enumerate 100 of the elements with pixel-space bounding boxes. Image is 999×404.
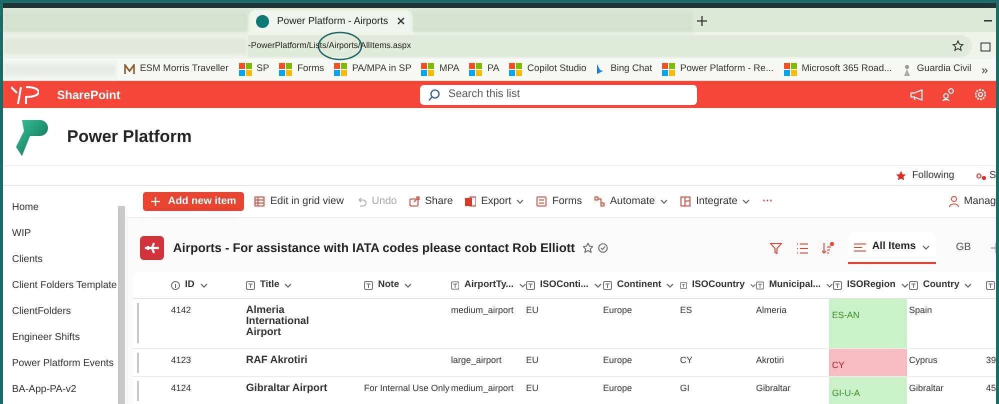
table-cell-text: 45 [986,382,996,395]
minimize-icon[interactable] [984,20,992,22]
cut-off-button[interactable]: S [976,168,996,183]
close-icon[interactable] [397,17,405,25]
table-cell-text: Gibraltar [756,382,792,395]
people-icon[interactable] [942,88,956,101]
overflow-chevron[interactable]: » [981,60,988,78]
bookmark[interactable]: ESM Morris Traveller [124,62,228,77]
bookmark[interactable]: Bing Chat [596,62,652,77]
toolbar-button[interactable]: Export [464,194,524,210]
table-cell-text: 4124 [171,382,192,395]
bookmark-label: MPA [439,62,460,76]
scrollbar[interactable] [118,206,125,404]
bookmark[interactable]: PA/MPA in SP [334,62,412,77]
new-tab-icon[interactable] [697,16,707,26]
nav-link[interactable]: ClientFolders [3,298,118,324]
chevron-down-icon [922,244,930,250]
table-cell-text: 4123 [171,354,192,367]
settings-icon[interactable] [974,88,987,101]
table-cell-text: EU [526,382,540,395]
title-cell[interactable]: Almeria International Airport [246,299,364,348]
toolbar-button[interactable]: Edit in grid view [254,194,344,210]
title-cell[interactable]: Gibraltar Airport [246,377,364,404]
bookmark[interactable]: MPA [421,62,460,77]
chevron-down-icon [200,282,208,288]
view-tab[interactable]: GB [950,232,977,264]
bookmark-label: Bing Chat [610,62,652,76]
column-header[interactable]: Note [364,278,451,292]
nav-link[interactable]: Home [3,194,118,220]
megaphone-icon[interactable] [910,88,924,100]
squares-logo-icon [469,63,482,76]
text-field-icon [526,280,535,290]
forms-icon [536,196,548,207]
table-cell-text: For Internal Use Only [364,382,451,395]
add-view-icon[interactable] [991,243,996,253]
chevron-down-icon [964,282,972,288]
column-header[interactable]: ISOConti... [526,278,603,292]
more-button[interactable]: ··· [762,194,773,210]
logo-icon [11,86,39,104]
table-cell-text: EU [526,304,540,317]
table-cell-text: 4142 [171,304,192,317]
column-header[interactable]: AirportTy... [451,278,526,292]
site-title[interactable]: Power Platform [67,124,192,150]
column-header[interactable]: ISOCountry [680,278,756,292]
table-cell: GI-U-A [829,377,907,404]
follow-button[interactable]: Following [896,168,954,183]
check-circle-icon[interactable] [598,243,608,253]
table-cell-text: Gibraltar [909,382,945,395]
star-icon[interactable] [582,243,593,253]
table-cell-text: Europe [603,382,634,395]
bookmark[interactable]: SP [238,62,270,77]
manage-button[interactable]: Manag [948,194,996,210]
bookmark[interactable]: Guardia Civil [902,62,972,77]
sort-icon[interactable] [822,242,834,254]
table-cell-text: Spain [909,304,934,317]
extension-icon[interactable] [980,40,992,52]
table-cell-text: GI [680,382,691,395]
view-tab[interactable]: All Items [848,232,936,264]
squares-logo-icon [421,63,434,76]
toolbar-button[interactable]: Forms [536,194,582,210]
bookmark[interactable]: Microsoft 365 Road... [784,62,892,77]
text-field-icon [680,280,687,290]
nav-link[interactable]: Engineer Shifts [3,324,118,350]
info-icon [171,280,180,290]
bookmark-label: Copilot Studio [527,62,586,76]
bookmark[interactable]: Power Platform - Re... [662,62,774,77]
column-header[interactable]: ISORegion [833,278,909,292]
column-header[interactable]: Municipal... [756,278,833,292]
column-header[interactable]: Continent [603,278,680,292]
star-icon[interactable] [952,40,964,52]
browser-tab[interactable]: Power Platform - Airports [248,10,413,32]
toolbar-button[interactable]: Share [408,194,453,210]
nav-link[interactable]: Power Platform Events [3,350,118,376]
search-field[interactable]: Search this list [420,84,698,104]
table-cell-text: Europe [603,354,634,367]
nav-link[interactable]: Clients [3,246,118,272]
nav-link[interactable]: BA-App-PA-v2 [3,376,118,402]
table-cell-text: medium_airport [451,382,515,395]
automate-icon [594,196,606,207]
chevron-down-icon [594,282,602,288]
bookmark[interactable]: Forms [279,62,324,77]
undo-icon [356,196,367,207]
bookmark[interactable]: PA [469,62,500,77]
toolbar-button[interactable]: Integrate [680,194,750,210]
nav-link[interactable]: Client Folders Template [3,272,118,298]
column-header[interactable]: Country [909,278,986,292]
add-new-item-button[interactable]: Add new item [143,192,244,211]
filter-icon[interactable] [770,242,782,254]
nav-link[interactable]: WIP [3,220,118,246]
text-field-icon [603,280,612,290]
column-header[interactable]: Title [246,278,364,292]
letter-logo-icon [124,64,135,75]
app-name[interactable]: SharePoint [57,86,120,104]
column-header[interactable]: ID [171,278,246,292]
toolbar-button[interactable]: Automate [594,194,668,210]
squares-logo-icon [784,63,797,76]
list-options-icon[interactable] [796,242,808,254]
title-cell[interactable]: RAF Akrotiri [246,349,364,376]
table-cell-text: Akrotiri [756,354,786,367]
bookmark[interactable]: Copilot Studio [509,62,586,77]
